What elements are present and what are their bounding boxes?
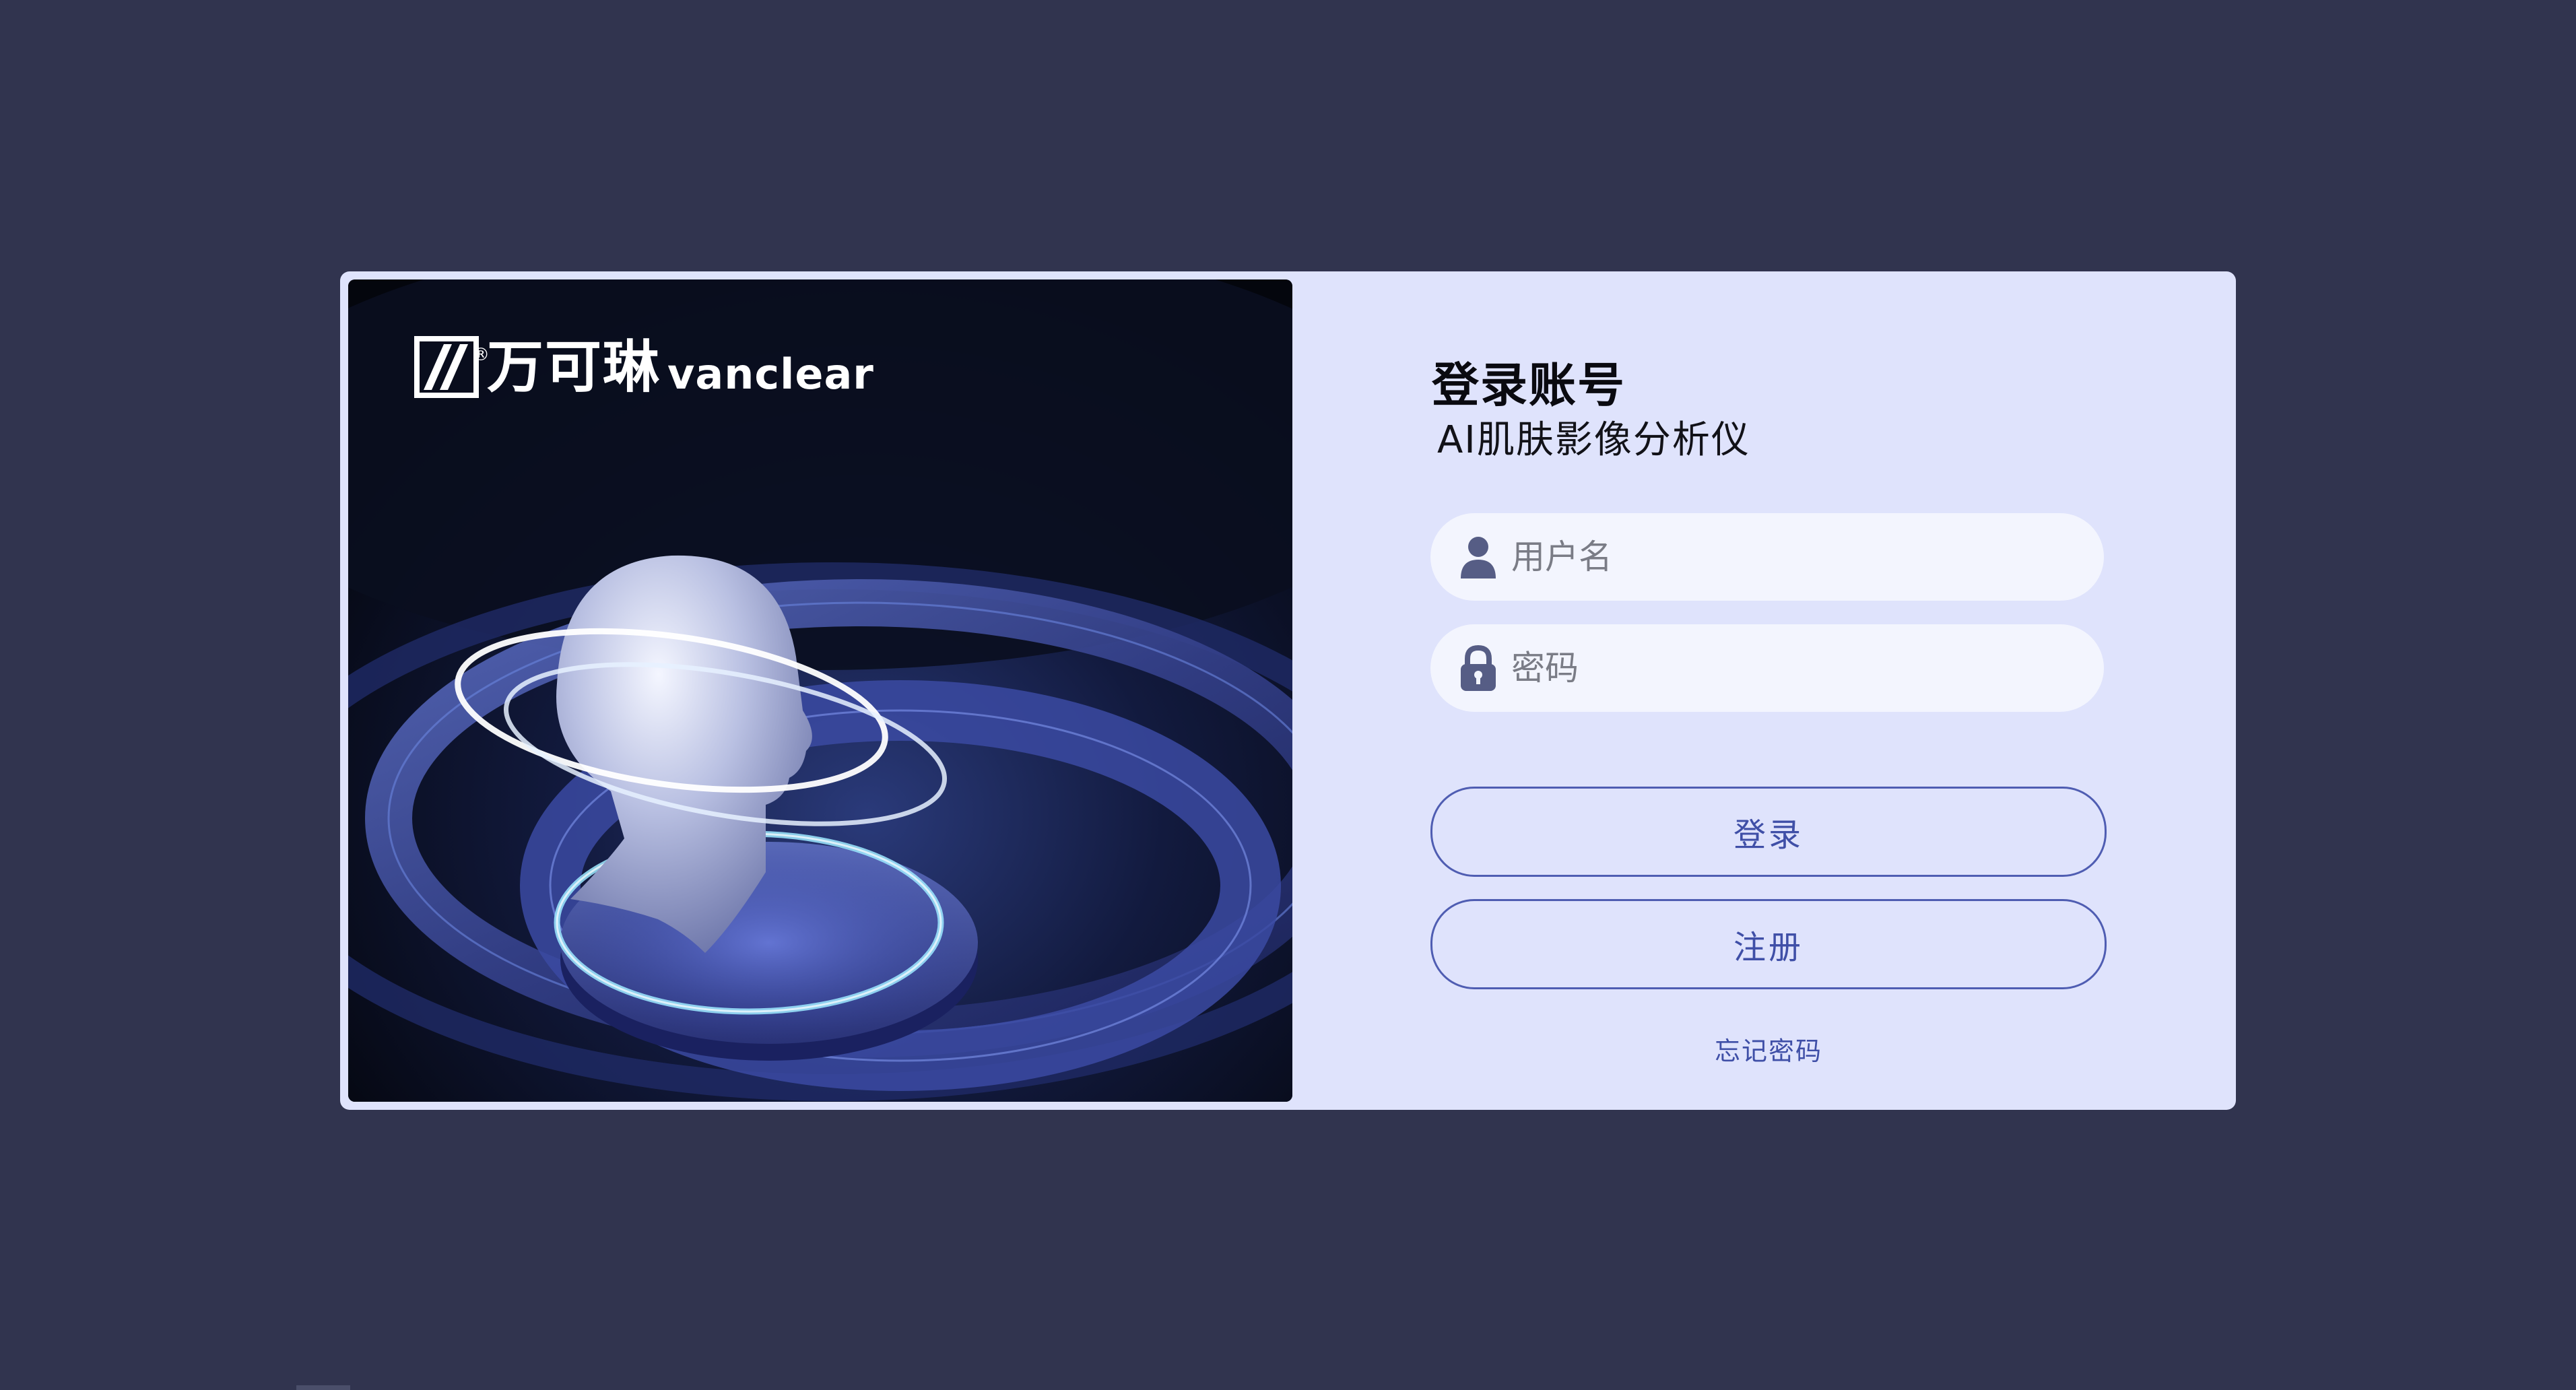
user-icon (1459, 534, 1498, 580)
brand-name-cn-text: 万可琳 (487, 334, 661, 400)
registered-mark: ® (472, 345, 491, 365)
login-page: ® 万可琳 vanclear 登录账号 AI肌肤影像分析仪 用户名 登录 注册 … (0, 0, 2576, 1390)
username-field[interactable] (1430, 513, 2104, 601)
forgot-password-link[interactable]: 忘记密码 (1430, 1030, 2107, 1067)
lock-icon (1459, 645, 1498, 691)
login-panel: 登录账号 AI肌肤影像分析仪 用户名 登录 注册 忘记密码 (1426, 271, 2167, 1110)
page-subtitle: AI肌肤影像分析仪 (1437, 418, 1750, 462)
brand-logo: ® 万可琳 vanclear (414, 324, 874, 398)
password-input[interactable] (1511, 634, 2063, 702)
vanclear-logo-icon (414, 336, 479, 398)
username-input[interactable] (1511, 523, 2063, 591)
brand-name-en: vanclear (667, 350, 874, 399)
hero-artwork (348, 279, 1292, 1102)
page-title: 登录账号 (1432, 358, 1626, 413)
hero-illustration: ® 万可琳 vanclear (348, 279, 1292, 1102)
login-button[interactable]: 登录 (1430, 787, 2107, 877)
scrollbar-thumb[interactable] (296, 1385, 350, 1390)
register-button[interactable]: 注册 (1430, 899, 2107, 989)
password-field[interactable] (1430, 624, 2104, 712)
brand-name-cn: ® 万可琳 (472, 334, 661, 400)
login-card: ® 万可琳 vanclear 登录账号 AI肌肤影像分析仪 用户名 登录 注册 … (340, 271, 2236, 1110)
